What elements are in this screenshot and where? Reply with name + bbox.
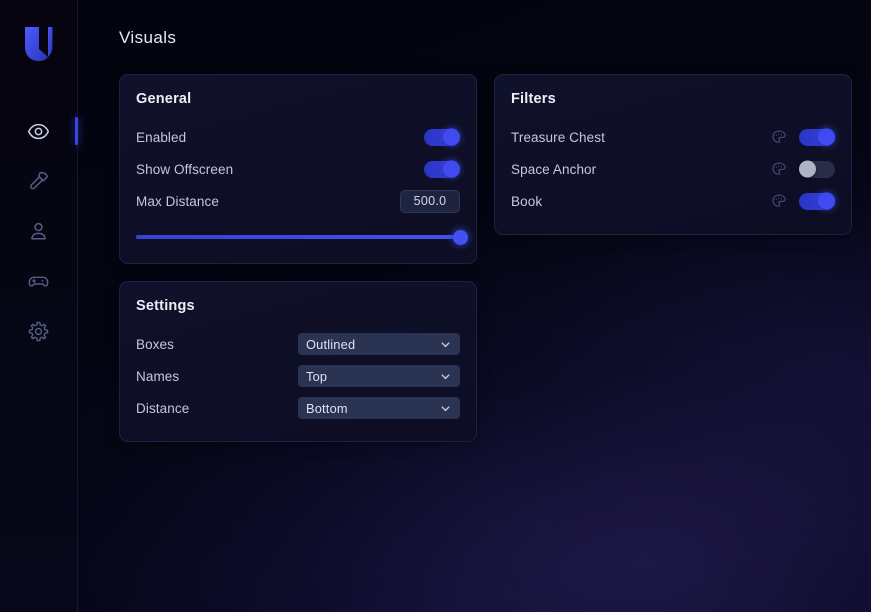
- row-control-space-anchor: [770, 160, 835, 178]
- toggle-show-offscreen[interactable]: [424, 161, 460, 178]
- page-title: Visuals: [119, 28, 841, 48]
- row-label-show-offscreen: Show Offscreen: [136, 162, 233, 177]
- toggle-space-anchor[interactable]: [799, 161, 835, 178]
- sidebar-item-tools[interactable]: [0, 156, 78, 206]
- toggle-knob: [443, 161, 460, 178]
- left-column: General Enabled Show Offscreen: [119, 74, 477, 442]
- slider-thumb[interactable]: [453, 230, 468, 245]
- slider-fill: [136, 235, 460, 239]
- settings-panel-title: Settings: [136, 298, 460, 314]
- filters-panel: Filters Treasure Chest: [494, 74, 852, 235]
- row-label-space-anchor: Space Anchor: [511, 162, 596, 177]
- toggle-knob: [443, 129, 460, 146]
- sidebar-nav: [0, 106, 77, 356]
- palette-icon[interactable]: [770, 192, 788, 210]
- row-label-boxes: Boxes: [136, 337, 174, 352]
- row-control-book: [770, 192, 835, 210]
- row-treasure-chest: Treasure Chest: [511, 121, 835, 153]
- gear-icon: [27, 320, 50, 343]
- eye-icon: [27, 120, 50, 143]
- row-control-show-offscreen: [424, 161, 460, 178]
- sidebar-item-visuals[interactable]: [0, 106, 78, 156]
- select-distance-value: Bottom: [306, 401, 439, 416]
- palette-icon[interactable]: [770, 128, 788, 146]
- toggle-knob: [799, 161, 816, 178]
- hammer-icon: [27, 170, 50, 193]
- row-label-distance: Distance: [136, 401, 189, 416]
- chevron-down-icon: [439, 338, 452, 351]
- toggle-knob: [818, 193, 835, 210]
- main-content: Visuals General Enabled: [78, 0, 871, 612]
- select-names-value: Top: [306, 369, 439, 384]
- sidebar: [0, 0, 78, 612]
- row-max-distance: Max Distance 500.0: [136, 185, 460, 217]
- max-distance-slider[interactable]: [136, 228, 460, 246]
- row-control-enabled: [424, 129, 460, 146]
- row-control-treasure-chest: [770, 128, 835, 146]
- select-boxes-value: Outlined: [306, 337, 439, 352]
- sidebar-item-players[interactable]: [0, 206, 78, 256]
- row-distance: Distance Bottom: [136, 392, 460, 424]
- select-boxes[interactable]: Outlined: [298, 333, 460, 355]
- person-icon: [27, 220, 50, 243]
- toggle-book[interactable]: [799, 193, 835, 210]
- toggle-treasure-chest[interactable]: [799, 129, 835, 146]
- u-logo-icon[interactable]: [17, 22, 61, 66]
- row-label-treasure-chest: Treasure Chest: [511, 130, 605, 145]
- sidebar-item-gameplay[interactable]: [0, 256, 78, 306]
- row-label-max-distance: Max Distance: [136, 194, 219, 209]
- right-column: Filters Treasure Chest: [494, 74, 852, 235]
- select-distance[interactable]: Bottom: [298, 397, 460, 419]
- sidebar-item-settings[interactable]: [0, 306, 78, 356]
- row-boxes: Boxes Outlined: [136, 328, 460, 360]
- chevron-down-icon: [439, 370, 452, 383]
- row-label-names: Names: [136, 369, 179, 384]
- filters-panel-title: Filters: [511, 91, 835, 107]
- row-show-offscreen: Show Offscreen: [136, 153, 460, 185]
- toggle-enabled[interactable]: [424, 129, 460, 146]
- row-enabled: Enabled: [136, 121, 460, 153]
- row-space-anchor: Space Anchor: [511, 153, 835, 185]
- gamepad-icon: [27, 270, 50, 293]
- row-label-enabled: Enabled: [136, 130, 186, 145]
- palette-icon[interactable]: [770, 160, 788, 178]
- chevron-down-icon: [439, 402, 452, 415]
- max-distance-value-input[interactable]: 500.0: [400, 190, 460, 213]
- panel-grid: General Enabled Show Offscreen: [119, 74, 869, 442]
- general-panel: General Enabled Show Offscreen: [119, 74, 477, 264]
- row-label-book: Book: [511, 194, 542, 209]
- settings-panel: Settings Boxes Outlined Names: [119, 281, 477, 442]
- row-book: Book: [511, 185, 835, 217]
- general-panel-title: General: [136, 91, 460, 107]
- toggle-knob: [818, 129, 835, 146]
- app-window: Visuals General Enabled: [0, 0, 871, 612]
- select-names[interactable]: Top: [298, 365, 460, 387]
- row-names: Names Top: [136, 360, 460, 392]
